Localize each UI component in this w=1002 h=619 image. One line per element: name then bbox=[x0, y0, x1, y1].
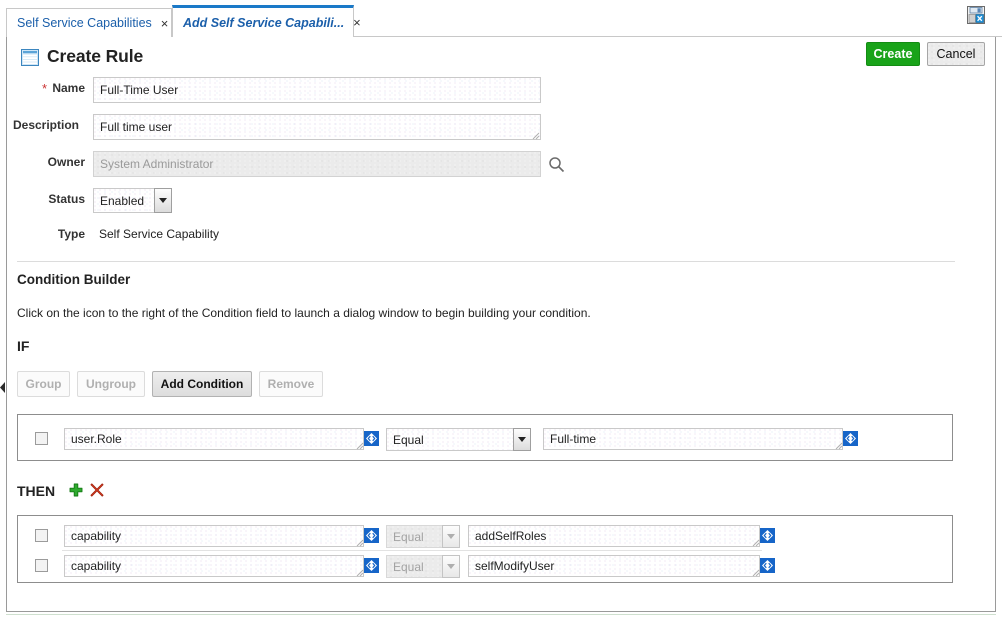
chevron-down-icon bbox=[442, 555, 460, 578]
tab-label: Add Self Service Capabili... bbox=[183, 15, 345, 30]
form-row-name: * Name bbox=[7, 77, 995, 105]
form-row-owner: Owner bbox=[7, 151, 995, 179]
name-input[interactable] bbox=[93, 77, 541, 103]
condition-builder-help: Click on the icon to the right of the Co… bbox=[17, 306, 591, 320]
group-button[interactable]: Group bbox=[17, 371, 70, 397]
page-footer-divider bbox=[6, 614, 996, 615]
expression-builder-icon[interactable] bbox=[364, 558, 379, 573]
action-operator-select: Equal bbox=[386, 525, 460, 548]
description-label: Description bbox=[12, 118, 79, 132]
row-divider bbox=[62, 550, 762, 551]
condition-operator-select[interactable]: Equal bbox=[386, 428, 531, 451]
row-checkbox[interactable] bbox=[35, 432, 48, 445]
condition-operator-value: Equal bbox=[386, 428, 513, 451]
cancel-button[interactable]: Cancel bbox=[927, 42, 985, 66]
tab-self-service-capabilities[interactable]: Self Service Capabilities × bbox=[6, 8, 172, 37]
chevron-down-icon[interactable] bbox=[154, 188, 172, 213]
tab-close-icon[interactable]: × bbox=[352, 16, 362, 29]
create-button[interactable]: Create bbox=[866, 42, 920, 66]
search-icon[interactable] bbox=[548, 156, 565, 173]
action-operator-value: Equal bbox=[386, 555, 442, 578]
expression-builder-icon[interactable] bbox=[364, 431, 379, 446]
action-right-input[interactable] bbox=[468, 525, 760, 547]
delete-icon[interactable] bbox=[90, 483, 104, 497]
then-condition-box: Equal bbox=[17, 515, 953, 583]
page-title: Create Rule bbox=[47, 46, 144, 66]
expression-builder-icon[interactable] bbox=[760, 528, 775, 543]
condition-right-input[interactable] bbox=[543, 428, 843, 450]
row-checkbox[interactable] bbox=[35, 559, 48, 572]
form-row-status: Status Enabled bbox=[7, 188, 995, 216]
tab-close-icon[interactable]: × bbox=[160, 17, 170, 30]
if-condition-box: Equal bbox=[17, 414, 953, 461]
status-select[interactable]: Enabled bbox=[93, 188, 172, 213]
add-condition-button[interactable]: Add Condition bbox=[152, 371, 252, 397]
description-input[interactable] bbox=[93, 114, 541, 140]
expression-builder-icon[interactable] bbox=[364, 528, 379, 543]
chevron-down-icon bbox=[442, 525, 460, 548]
expression-builder-icon[interactable] bbox=[843, 431, 858, 446]
action-operator-select: Equal bbox=[386, 555, 460, 578]
expression-builder-icon[interactable] bbox=[760, 558, 775, 573]
type-value: Self Service Capability bbox=[99, 227, 220, 241]
then-label: THEN bbox=[17, 483, 56, 499]
action-left-input[interactable] bbox=[64, 555, 364, 577]
condition-builder-heading: Condition Builder bbox=[17, 272, 131, 287]
ungroup-button[interactable]: Ungroup bbox=[77, 371, 145, 397]
tab-add-self-service-capability[interactable]: Add Self Service Capabili... × bbox=[172, 5, 361, 37]
owner-input bbox=[93, 151, 541, 177]
chevron-down-icon[interactable] bbox=[513, 428, 531, 451]
status-label: Status bbox=[48, 192, 85, 206]
save-icon[interactable] bbox=[966, 5, 986, 25]
action-left-input[interactable] bbox=[64, 525, 364, 547]
type-label: Type bbox=[57, 227, 85, 241]
add-icon[interactable] bbox=[69, 483, 83, 497]
tab-label: Self Service Capabilities bbox=[17, 16, 152, 30]
row-checkbox[interactable] bbox=[35, 529, 48, 542]
action-operator-value: Equal bbox=[386, 525, 442, 548]
form-row-description: Description bbox=[7, 114, 995, 142]
condition-left-input[interactable] bbox=[64, 428, 364, 450]
remove-button[interactable]: Remove bbox=[259, 371, 323, 397]
action-right-input[interactable] bbox=[468, 555, 760, 577]
name-label: Name bbox=[52, 81, 85, 95]
create-rule-panel: Create Rule Create Cancel * Name Descrip… bbox=[6, 37, 996, 612]
tab-strip: Self Service Capabilities × Add Self Ser… bbox=[0, 0, 1002, 39]
status-select-value: Enabled bbox=[93, 188, 154, 213]
page-header: Create Rule Create Cancel bbox=[7, 37, 995, 75]
if-label: IF bbox=[17, 338, 30, 354]
rule-icon bbox=[21, 49, 39, 66]
owner-label: Owner bbox=[47, 155, 85, 169]
form-row-type: Type Self Service Capability bbox=[7, 223, 995, 251]
section-divider bbox=[17, 261, 955, 262]
